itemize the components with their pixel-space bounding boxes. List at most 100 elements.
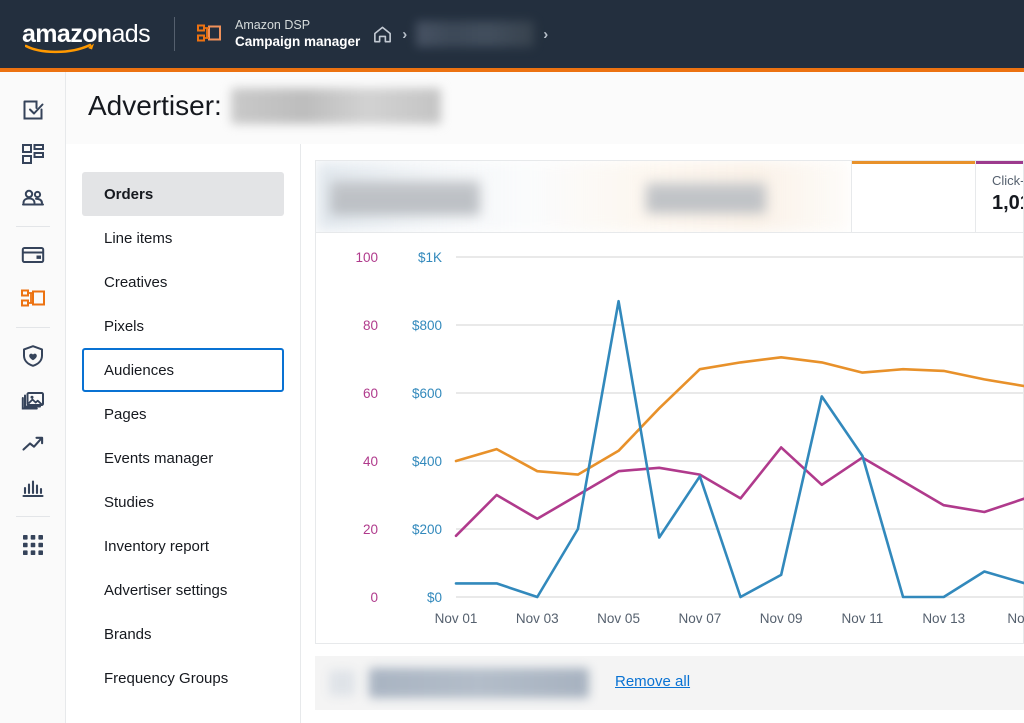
sidebar-item-label: Events manager (104, 449, 214, 467)
y-axis-left-tick: 100 (355, 250, 378, 265)
app-name-block[interactable]: Amazon DSP Campaign manager (235, 17, 360, 50)
app-section-name: Campaign manager (235, 34, 361, 50)
sidebar-item-label: Advertiser settings (104, 581, 228, 599)
rail-separator-1 (15, 226, 50, 227)
breadcrumb-redacted-item[interactable] (416, 21, 535, 47)
creative-images-icon (21, 392, 44, 410)
audience-people-icon (21, 189, 44, 206)
top-navigation-bar: amazonads Amazon DSP Campaign manager › … (0, 0, 1024, 68)
sidebar-item-label: Inventory report (104, 537, 210, 555)
page-header: Advertiser: (66, 72, 1024, 144)
sidebar-item-frequency-groups[interactable]: Frequency Groups (82, 656, 284, 700)
rail-item-trending[interactable] (11, 422, 55, 466)
kpi-accent-magenta (976, 161, 1023, 164)
y-axis-right-tick: $400 (412, 454, 442, 469)
sidebar-item-advertiser-settings[interactable]: Advertiser settings (82, 568, 284, 612)
sidebar-item-audiences[interactable]: Audiences (82, 348, 284, 392)
main-content: Click- 1,01 0 $0 20 $200 40 $400 60 $600 80 $800 1… (301, 144, 1024, 723)
sidebar-item-label: Brands (104, 625, 152, 643)
x-axis-tick: Nov 1 (1007, 611, 1024, 626)
sidebar-item-pixels[interactable]: Pixels (82, 304, 284, 348)
rail-item-reports[interactable] (11, 466, 55, 510)
performance-chart-panel[interactable]: 0 $0 20 $200 40 $400 60 $600 80 $800 100 $1K Nov 01 N… (315, 232, 1024, 644)
sidebar-item-events-manager[interactable]: Events manager (82, 436, 284, 480)
brand-safety-shield-icon (22, 345, 43, 367)
sidebar-item-label: Orders (104, 185, 154, 203)
dsp-icon (197, 24, 221, 42)
filter-chip-bar: Remove all (315, 656, 1024, 710)
kpi-metric-strip: Click- 1,01 (315, 160, 1024, 232)
amazon-smile-icon (25, 43, 94, 53)
sidebar-item-studies[interactable]: Studies (82, 480, 284, 524)
advertiser-name-redacted (230, 88, 441, 124)
breadcrumb-chevron-1: › (402, 25, 408, 43)
amazon-ads-logo[interactable]: amazonads (22, 19, 151, 53)
bar-chart-icon (21, 480, 44, 498)
rail-item-apps[interactable] (11, 523, 55, 567)
rail-item-audiences[interactable] (11, 176, 55, 220)
header-divider (174, 17, 175, 51)
kpi-card-click-through[interactable]: Click- 1,01 (975, 161, 1024, 232)
x-axis-tick: Nov 07 (678, 611, 721, 626)
x-axis-tick: Nov 13 (922, 611, 965, 626)
dsp-icon (20, 289, 45, 307)
sidebar-item-label: Frequency Groups (104, 669, 229, 687)
sidebar-item-label: Line items (104, 229, 173, 247)
kpi-card-orange[interactable] (851, 161, 975, 232)
sidebar-item-line-items[interactable]: Line items (82, 216, 284, 260)
y-axis-right-tick: $1K (418, 250, 442, 265)
rail-item-task-check[interactable] (11, 88, 55, 132)
remove-all-link[interactable]: Remove all (615, 673, 690, 690)
home-icon[interactable] (372, 24, 393, 45)
y-axis-right-tick: $600 (412, 386, 442, 401)
sidebar-item-creatives[interactable]: Creatives (82, 260, 284, 304)
kpi-label: Click- (992, 173, 1024, 188)
kpi-accent-orange (852, 161, 975, 164)
page-title: Advertiser: (88, 88, 441, 124)
y-axis-right-tick: $0 (427, 590, 442, 605)
rail-separator-3 (15, 516, 50, 517)
y-axis-left-tick: 0 (370, 590, 378, 605)
performance-line-chart: 0 $0 20 $200 40 $400 60 $600 80 $800 100 $1K Nov 01 N… (355, 250, 1024, 626)
sidebar-item-label: Pixels (104, 317, 145, 335)
rail-item-creatives[interactable] (11, 378, 55, 422)
dashboard-grid-icon (21, 144, 44, 164)
rail-separator-2 (15, 327, 50, 328)
logo-ads-text: ads (111, 19, 150, 48)
filter-chip-redacted-label (369, 668, 589, 698)
page-title-prefix: Advertiser: (88, 90, 222, 121)
breadcrumb-chevron-2: › (543, 25, 549, 43)
rail-item-billing[interactable] (11, 233, 55, 277)
x-axis-tick: Nov 01 (435, 611, 478, 626)
sidebar-item-label: Pages (104, 405, 147, 423)
kpi-value: 1,01 (992, 192, 1023, 214)
trending-up-icon (21, 436, 43, 451)
app-product-name: Amazon DSP (235, 18, 311, 33)
global-icon-rail (0, 72, 66, 723)
chart-series-blue-series (454, 299, 1024, 599)
chart-series-orange-series (454, 356, 1024, 476)
y-axis-left-tick: 40 (363, 454, 378, 469)
y-axis-left-tick: 80 (363, 318, 378, 333)
kpi-redacted-block-1 (330, 181, 480, 215)
x-axis-tick: Nov 09 (760, 611, 803, 626)
sidebar-item-inventory-report[interactable]: Inventory report (82, 524, 284, 568)
filter-chip-redacted-icon (329, 670, 355, 696)
rail-item-brand-safety[interactable] (11, 334, 55, 378)
sidebar-item-pages[interactable]: Pages (82, 392, 284, 436)
y-axis-right-tick: $200 (412, 522, 442, 537)
sidebar-item-label: Audiences (104, 361, 175, 379)
y-axis-left-tick: 20 (363, 522, 378, 537)
secondary-sidebar: Orders Line items Creatives Pixels Audie… (66, 144, 301, 723)
x-axis-tick: Nov 03 (516, 611, 559, 626)
x-axis-tick: Nov 05 (597, 611, 640, 626)
rail-item-dsp[interactable] (11, 277, 55, 321)
rail-item-dashboard[interactable] (11, 132, 55, 176)
sidebar-item-brands[interactable]: Brands (82, 612, 284, 656)
task-check-icon (23, 100, 43, 120)
sidebar-item-label: Creatives (104, 273, 168, 291)
billing-card-icon (21, 247, 44, 263)
apps-grid-icon (22, 535, 43, 555)
sidebar-item-orders[interactable]: Orders (82, 172, 284, 216)
x-axis-tick: Nov 11 (842, 611, 884, 626)
